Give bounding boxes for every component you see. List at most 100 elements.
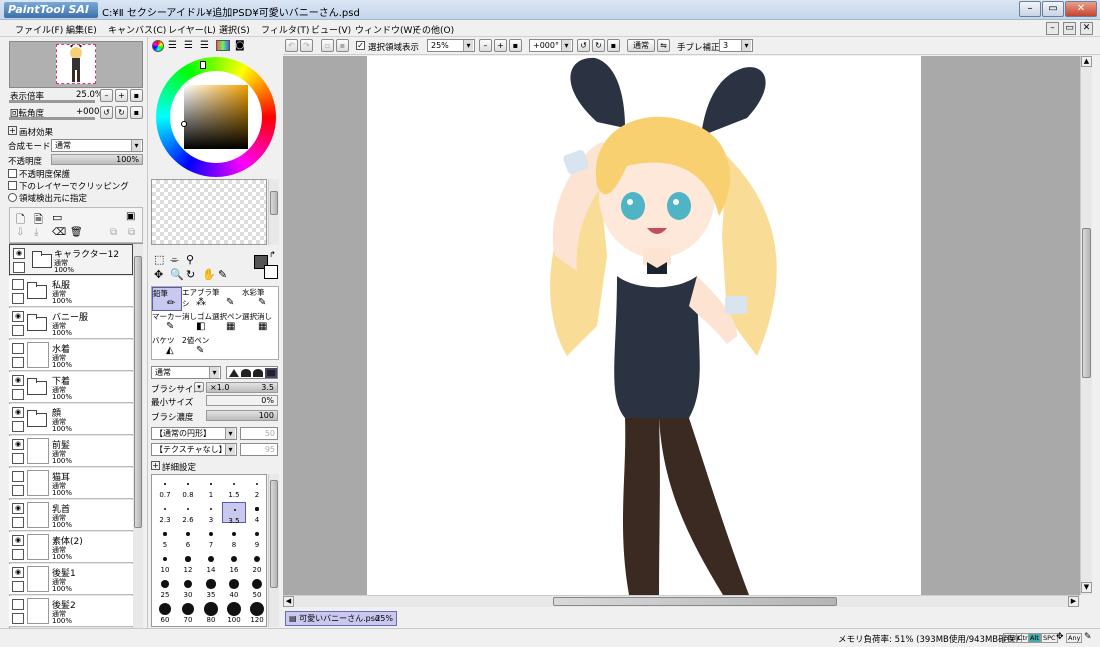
brush-size-cell[interactable]: 60 bbox=[153, 602, 177, 624]
brush-size-cell[interactable]: 10 bbox=[153, 552, 177, 574]
brush-size-cell[interactable]: 9 bbox=[245, 527, 269, 549]
undo-button[interactable]: ↶ bbox=[285, 39, 298, 52]
opacity-slider[interactable]: 100% bbox=[51, 154, 143, 165]
menu-view[interactable]: ビュー(V) bbox=[311, 23, 351, 36]
tool-binary-pen[interactable]: 2値ペン ✎ bbox=[182, 335, 212, 359]
layer-list-scroll-thumb[interactable] bbox=[134, 256, 142, 528]
saturation-value-square[interactable] bbox=[184, 85, 248, 149]
new-folder-icon[interactable]: ▭ bbox=[52, 211, 62, 224]
menu-window[interactable]: ウィンドウ(W) bbox=[355, 23, 416, 36]
color-wheel[interactable] bbox=[156, 57, 276, 177]
blend-mode-select[interactable]: 通常 ▾ bbox=[51, 139, 143, 152]
menu-canvas[interactable]: キャンバス(C) bbox=[108, 23, 166, 36]
brush-size-cell[interactable]: 20 bbox=[245, 552, 269, 574]
menu-other[interactable]: その他(O) bbox=[413, 23, 454, 36]
visibility-eye-icon[interactable]: ◉ bbox=[13, 248, 25, 259]
zoom-fit-button[interactable]: ▪ bbox=[509, 39, 522, 52]
zoom-reset-button[interactable]: ▪ bbox=[130, 89, 143, 102]
navigator-viewport[interactable] bbox=[56, 42, 96, 84]
zoom-slider[interactable] bbox=[9, 100, 95, 103]
rotate-right-toolbar-button[interactable]: ↻ bbox=[592, 39, 605, 52]
visibility-eye-icon[interactable]: ◉ bbox=[12, 407, 24, 418]
mixer-icon[interactable]: ☰ bbox=[200, 40, 209, 51]
deselect-button[interactable]: ▫ bbox=[321, 39, 334, 52]
canvas-vertical-scrollbar[interactable]: ▲ ▼ bbox=[1080, 56, 1092, 595]
scroll-up-icon[interactable]: ▲ bbox=[1081, 56, 1092, 67]
lock-icon[interactable] bbox=[12, 517, 24, 528]
zoom-in-button[interactable]: + bbox=[115, 89, 128, 102]
brush-size-cell[interactable]: 0.8 bbox=[176, 477, 200, 499]
lock-icon[interactable]: ⧉ bbox=[110, 227, 117, 238]
canvas-vscroll-thumb[interactable] bbox=[1082, 228, 1091, 378]
mdi-restore-button[interactable]: ▭ bbox=[1063, 22, 1076, 35]
brush-size-cell[interactable]: 50 bbox=[245, 577, 269, 599]
rotate-select[interactable]: +000° ▾ bbox=[529, 39, 573, 52]
preserve-opacity-checkbox[interactable] bbox=[8, 169, 17, 178]
lock-icon[interactable] bbox=[12, 549, 24, 560]
visibility-eye-icon[interactable] bbox=[12, 279, 24, 290]
brush-size-cell[interactable]: 14 bbox=[199, 552, 223, 574]
rotate-cw-button[interactable]: ↻ bbox=[115, 106, 128, 119]
tool-airbrush[interactable]: エアブラシ ⁂ bbox=[182, 287, 212, 311]
rotate-icon[interactable]: ↻ bbox=[186, 268, 195, 281]
scratch-pad-scrollbar[interactable] bbox=[268, 179, 279, 245]
brush-size-cell[interactable]: 120 bbox=[245, 602, 269, 624]
layer-row[interactable]: ◉ 乳首 通常 100% bbox=[9, 500, 133, 531]
menu-layer[interactable]: レイヤー(L) bbox=[168, 23, 216, 36]
scratch-pad[interactable] bbox=[151, 179, 267, 245]
zoom-icon[interactable]: 🔍 bbox=[170, 268, 184, 281]
brush-size-cell[interactable]: 80 bbox=[199, 602, 223, 624]
layer-row[interactable]: ◉ 後髪1 通常 100% bbox=[9, 564, 133, 595]
visibility-eye-icon[interactable] bbox=[12, 343, 24, 354]
layer-mask-icon[interactable]: ▣ bbox=[126, 211, 135, 222]
scroll-right-icon[interactable]: ▶ bbox=[1068, 596, 1079, 607]
rotate-slider[interactable] bbox=[9, 117, 95, 120]
rotate-reset-button[interactable]: ▪ bbox=[130, 106, 143, 119]
visibility-eye-icon[interactable]: ◉ bbox=[12, 439, 24, 450]
brush-size-cell[interactable]: 1.5 bbox=[222, 477, 246, 499]
layer-row[interactable]: 私服 通常 100% bbox=[9, 276, 133, 307]
flip-horizontal-button[interactable]: ⇋ bbox=[657, 39, 670, 52]
merge-down-icon[interactable]: ⤓ bbox=[34, 227, 38, 238]
medium-edge-icon[interactable] bbox=[241, 369, 251, 377]
swatches-icon[interactable] bbox=[216, 40, 230, 51]
lock-icon[interactable] bbox=[12, 613, 24, 624]
hand-icon[interactable]: ✋ bbox=[202, 268, 216, 281]
tool-select-eraser[interactable]: 選択消し ▦ bbox=[242, 311, 278, 335]
visibility-eye-icon[interactable]: ◉ bbox=[12, 567, 24, 578]
layer-row[interactable]: ◉ 素体(2) 通常 100% bbox=[9, 532, 133, 563]
rotate-ccw-button[interactable]: ↺ bbox=[100, 106, 113, 119]
brush-size-cell[interactable]: 2.3 bbox=[153, 502, 177, 524]
lock-icon[interactable] bbox=[12, 325, 24, 336]
brush-size-cell[interactable]: 2 bbox=[245, 477, 269, 499]
brush-size-cell[interactable]: 0.7 bbox=[153, 477, 177, 499]
texture-select[interactable]: 【テクスチャなし】 ▾ bbox=[151, 443, 237, 456]
brush-size-cell[interactable]: 1 bbox=[199, 477, 223, 499]
canvas-horizontal-scrollbar[interactable]: ◀ ▶ bbox=[283, 595, 1080, 607]
brush-size-cell[interactable]: 16 bbox=[222, 552, 246, 574]
navigator-preview[interactable] bbox=[9, 41, 143, 88]
show-selection-checkbox[interactable]: ✓ bbox=[356, 41, 365, 50]
canvas-document[interactable] bbox=[367, 56, 921, 595]
expand-icon[interactable]: + bbox=[151, 461, 160, 470]
brush-size-cell[interactable]: 2.6 bbox=[176, 502, 200, 524]
brush-size-cell[interactable]: 6 bbox=[176, 527, 200, 549]
brush-mode-select[interactable]: 通常 ▾ bbox=[151, 366, 221, 379]
maximize-button[interactable]: ▭ bbox=[1042, 1, 1064, 17]
brush-size-cell[interactable]: 3.5 bbox=[222, 502, 246, 525]
brush-size-cell[interactable]: 40 bbox=[222, 577, 246, 599]
lock-icon[interactable] bbox=[12, 581, 24, 592]
visibility-eye-icon[interactable]: ◉ bbox=[12, 535, 24, 546]
stabilizer-select[interactable]: 3 ▾ bbox=[719, 39, 753, 52]
layer-row[interactable]: 猫耳 通常 100% bbox=[9, 468, 133, 499]
tool-pencil[interactable]: 鉛筆 ✏ bbox=[152, 287, 182, 311]
lasso-icon[interactable]: ⌯ bbox=[170, 253, 179, 267]
brush-size-slider[interactable]: ×1.0 3.5 bbox=[206, 382, 278, 393]
close-button[interactable]: ✕ bbox=[1065, 1, 1097, 17]
brush-size-cell[interactable]: 35 bbox=[199, 577, 223, 599]
layer-row[interactable]: ◉ 前髪 通常 100% bbox=[9, 436, 133, 467]
lock-icon[interactable] bbox=[12, 389, 24, 400]
mdi-minimize-button[interactable]: – bbox=[1046, 22, 1059, 35]
color-picker-cursor[interactable] bbox=[181, 121, 187, 127]
hue-picker-cursor[interactable] bbox=[200, 61, 206, 69]
